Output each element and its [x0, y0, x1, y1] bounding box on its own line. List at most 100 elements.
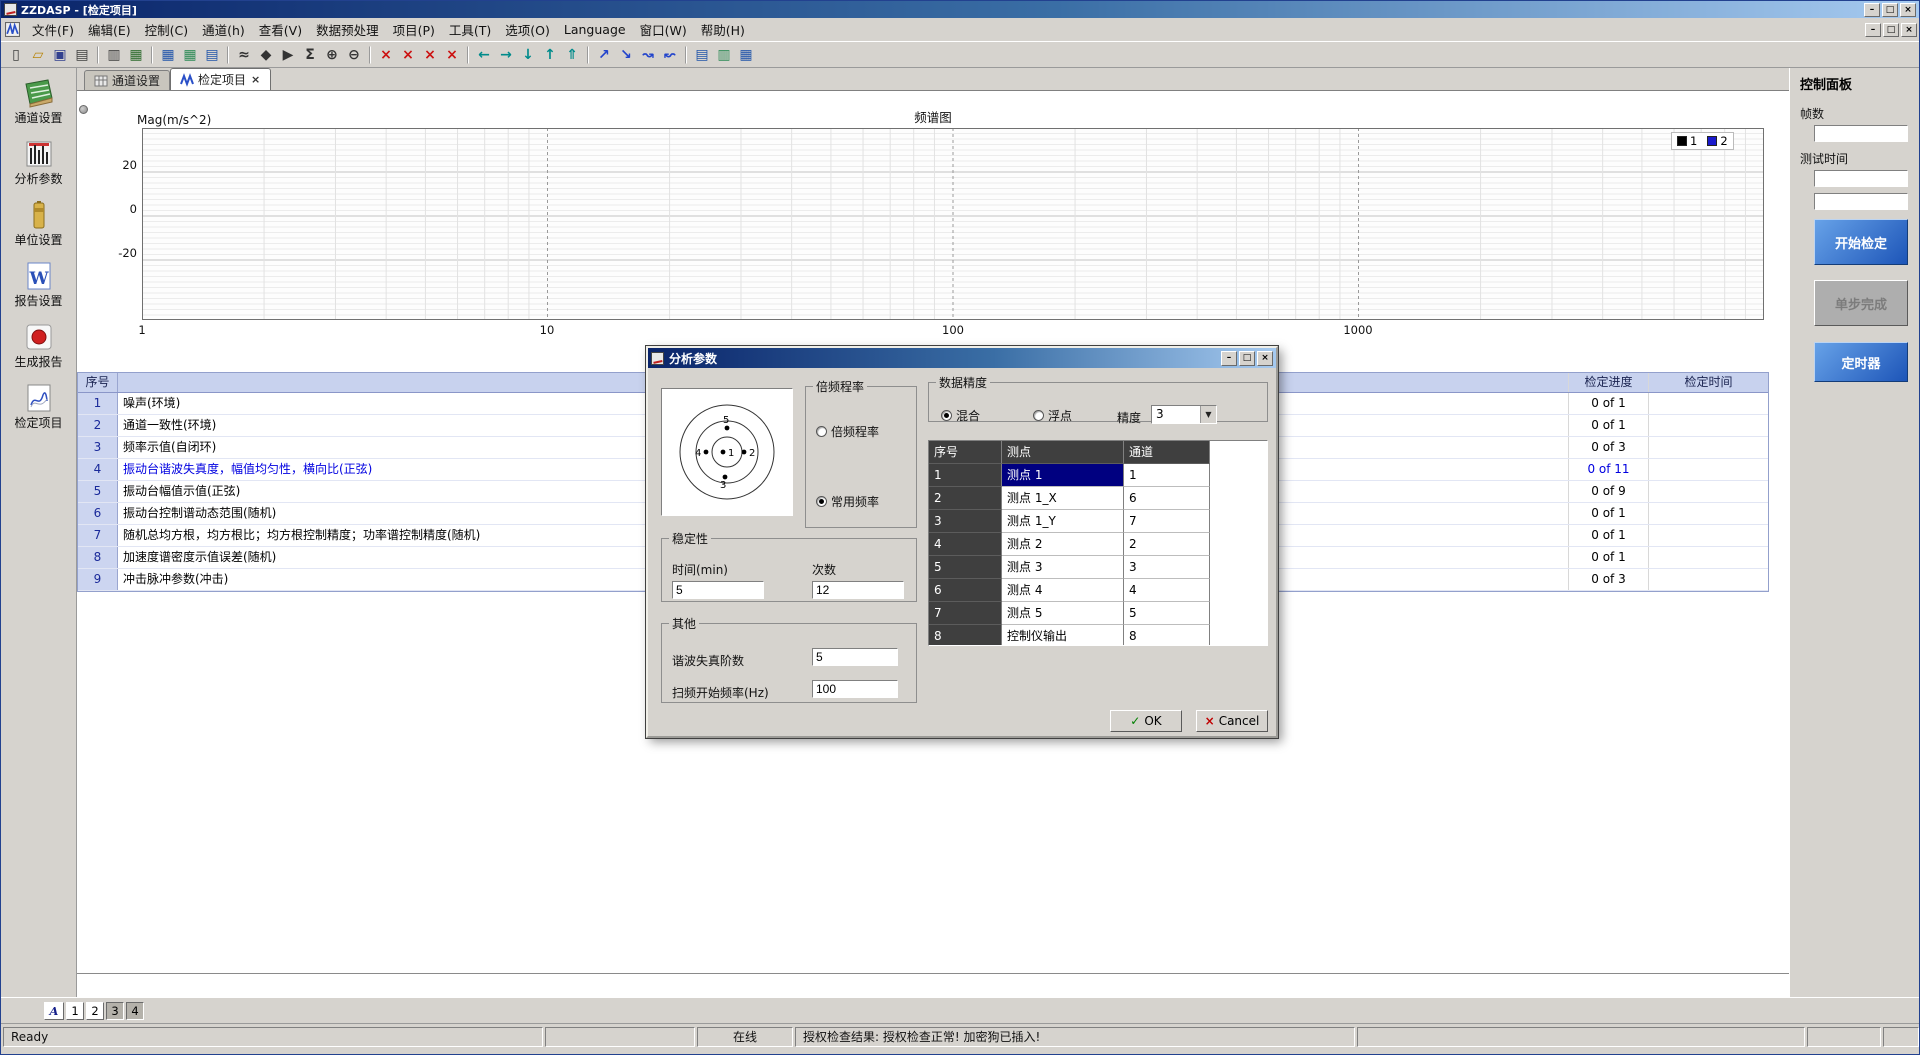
page-button[interactable]: 4 [126, 1002, 144, 1020]
octave-freq-radio[interactable]: 倍频程率 [816, 423, 879, 440]
channel-table-icon[interactable]: ▦ [157, 45, 179, 65]
测点 1_X[interactable]: 2 测点 1_X 6 [929, 487, 1267, 510]
clear-sine-icon[interactable]: × [397, 45, 419, 65]
maximize-button[interactable]: □ [1882, 3, 1898, 17]
dialog-maximize-button[interactable]: □ [1239, 351, 1255, 366]
common-freq-radio[interactable]: 常用频率 [816, 493, 879, 510]
open-file-icon[interactable]: ▱ [27, 45, 49, 65]
harmonic-order-input[interactable] [812, 648, 898, 666]
start-verification-button[interactable]: 开始检定 [1814, 219, 1908, 265]
nav-down-icon[interactable]: ↓ [517, 45, 539, 65]
tile-horizontal-icon[interactable]: ▤ [691, 45, 713, 65]
channel-list-icon[interactable]: ▤ [201, 45, 223, 65]
cursor-valley-icon[interactable]: ↘ [615, 45, 637, 65]
tab-verification-project[interactable]: 检定项目 × [170, 68, 271, 90]
copy-icon[interactable]: ▥ [103, 45, 125, 65]
控制仪输出[interactable]: 8 控制仪输出 8 [929, 625, 1267, 646]
signal-edit-icon[interactable]: ≈ [233, 45, 255, 65]
spectrum-plot[interactable] [142, 128, 1764, 320]
menu-item[interactable]: Language [557, 20, 633, 39]
sidebar-item-analysis-params[interactable]: 分析参数 [4, 139, 74, 187]
child-restore-button[interactable]: □ [1883, 23, 1899, 37]
tab-channel-setup[interactable]: 通道设置 [84, 70, 170, 90]
dialog-close-button[interactable]: × [1257, 351, 1273, 366]
time-input[interactable] [672, 581, 764, 599]
cascade-icon[interactable]: ▦ [735, 45, 757, 65]
menu-item[interactable]: 文件(F) [25, 18, 81, 41]
sidebar-item-channel-setup[interactable]: 通道设置 [4, 78, 74, 126]
channel-grid-icon[interactable]: ▦ [179, 45, 201, 65]
page-button[interactable]: 1 [66, 1002, 84, 1020]
cursor-trace-icon[interactable]: ↝ [637, 45, 659, 65]
save-icon[interactable]: ▣ [49, 45, 71, 65]
page-button[interactable]: 3 [106, 1002, 124, 1020]
sidebar-item-unit-setup[interactable]: 单位设置 [4, 200, 74, 248]
report-icon[interactable]: ▦ [125, 45, 147, 65]
precision-dropdown[interactable]: 3 ▼ [1151, 405, 1217, 424]
menu-item[interactable]: 项目(P) [386, 18, 442, 41]
zoom-in-icon[interactable]: ⊕ [321, 45, 343, 65]
menu-item[interactable]: 工具(T) [442, 18, 498, 41]
nav-up-icon[interactable]: ↑ [539, 45, 561, 65]
new-file-icon[interactable]: ▯ [5, 45, 27, 65]
测点 1[interactable]: 1 测点 1 1 [929, 464, 1267, 487]
测点 4[interactable]: 6 测点 4 4 [929, 579, 1267, 602]
minimize-button[interactable]: – [1864, 3, 1880, 17]
测点 3[interactable]: 5 测点 3 3 [929, 556, 1267, 579]
page-button[interactable]: A [44, 1002, 64, 1020]
sum-icon[interactable]: Σ [299, 45, 321, 65]
zoom-out-icon[interactable]: ⊖ [343, 45, 365, 65]
child-minimize-button[interactable]: – [1865, 23, 1881, 37]
sidebar-item-generate-report[interactable]: 生成报告 [4, 322, 74, 370]
mixed-radio[interactable]: 混合 [941, 407, 980, 424]
sidebar-item-verification-project[interactable]: 检定项目 [4, 383, 74, 431]
chevron-down-icon[interactable]: ▼ [1200, 406, 1216, 423]
legend-entry[interactable]: 1 [1677, 134, 1697, 148]
octave-group-legend: 倍频程率 [813, 378, 867, 395]
cancel-button[interactable]: × Cancel [1196, 710, 1268, 732]
nav-left-icon[interactable]: ← [473, 45, 495, 65]
float-radio[interactable]: 浮点 [1033, 407, 1072, 424]
chart-ylabel: Mag(m/s^2) [137, 113, 211, 127]
cursor-peak-icon[interactable]: ↗ [593, 45, 615, 65]
play-forward-icon[interactable]: ▶ [277, 45, 299, 65]
menu-item[interactable]: 帮助(H) [694, 18, 752, 41]
menu-item[interactable]: 数据预处理 [309, 18, 386, 41]
menu-item[interactable]: 编辑(E) [81, 18, 138, 41]
menu-item[interactable]: 通道(h) [195, 18, 252, 41]
clear-shock-icon[interactable]: × [441, 45, 463, 65]
single-step-button[interactable]: 单步完成 [1814, 280, 1908, 326]
测点 5[interactable]: 7 测点 5 5 [929, 602, 1267, 625]
menu-item[interactable]: 控制(C) [138, 18, 195, 41]
page-button[interactable]: 2 [86, 1002, 104, 1020]
dialog-minimize-button[interactable]: – [1221, 351, 1237, 366]
precision-label: 精度 [1117, 409, 1141, 426]
child-close-button[interactable]: × [1901, 23, 1917, 37]
tile-vertical-icon[interactable]: ▥ [713, 45, 735, 65]
ok-button[interactable]: ✓ OK [1110, 710, 1182, 732]
print-icon[interactable]: ▤ [71, 45, 93, 65]
grid-tab-icon [94, 74, 108, 88]
timer-button[interactable]: 定时器 [1814, 342, 1908, 382]
clear-random-icon[interactable]: × [419, 45, 441, 65]
x-tick-label: 10 [527, 323, 567, 337]
cursor-clear-icon[interactable]: ↜ [659, 45, 681, 65]
cursor-move-icon[interactable]: ◆ [255, 45, 277, 65]
sweep-start-input[interactable] [812, 680, 898, 698]
menu-item[interactable]: 选项(O) [498, 18, 557, 41]
clear-signal-icon[interactable]: × [375, 45, 397, 65]
legend-entry[interactable]: 2 [1707, 134, 1727, 148]
测点 1_Y[interactable]: 3 测点 1_Y 7 [929, 510, 1267, 533]
测点 2[interactable]: 4 测点 2 2 [929, 533, 1267, 556]
frames-input[interactable] [1814, 125, 1908, 142]
tab-close-icon[interactable]: × [250, 73, 261, 86]
nav-right-icon[interactable]: → [495, 45, 517, 65]
test-time-input-2[interactable] [1814, 193, 1908, 210]
nav-top-icon[interactable]: ⇑ [561, 45, 583, 65]
test-time-input-1[interactable] [1814, 170, 1908, 187]
sidebar-item-report-setup[interactable]: W 报告设置 [4, 261, 74, 309]
close-button[interactable]: × [1900, 3, 1916, 17]
count-input[interactable] [812, 581, 904, 599]
menu-item[interactable]: 窗口(W) [633, 18, 694, 41]
menu-item[interactable]: 查看(V) [252, 18, 309, 41]
